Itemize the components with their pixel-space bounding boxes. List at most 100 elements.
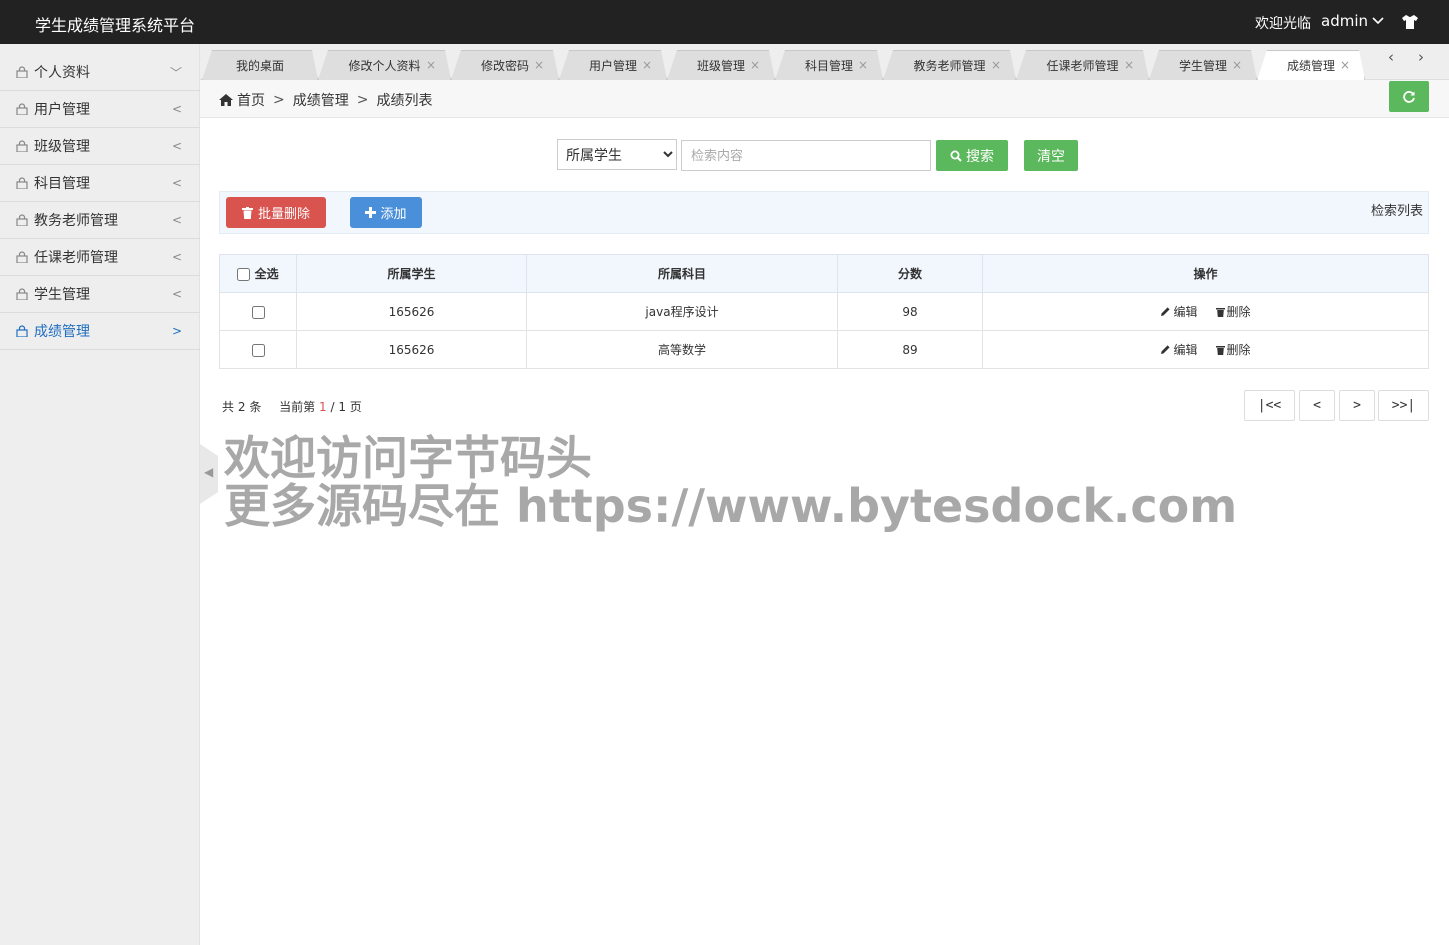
pencil-icon [1161,345,1171,354]
tab-label: 修改个人资料 [348,59,421,73]
tab-scroll-left-button[interactable]: ‹ [1388,48,1394,76]
edit-button[interactable]: 编辑 [1160,303,1198,320]
tab-label: 我的桌面 [235,59,284,73]
sidebar-item[interactable]: 用户管理 < [0,91,200,128]
sidebar-item-arrow-icon: ﹀ [169,65,182,80]
tab[interactable]: 修改密码 × [451,50,559,80]
watermark-line-2: 更多源码尽在 https://www.bytesdock.com [224,479,1238,533]
column-header-actions: 操作 [982,254,1429,293]
close-icon[interactable]: × [1124,58,1134,72]
close-icon[interactable]: × [750,58,760,72]
tab-bar: ‹ › 我的桌面 修改个人资料 × 修改密码 × 用户管理 × 班级管理 × 科目管理 × 教务老师管… [200,44,1449,80]
user-menu[interactable]: admin [1321,12,1384,30]
trash-icon [241,206,253,219]
tab[interactable]: 学生管理 × [1149,50,1257,80]
list-toolbar: 批量删除 添加 检索列表 [219,191,1429,234]
column-header-subject: 所属科目 [526,254,838,293]
select-all-checkbox[interactable] [237,268,251,281]
close-icon[interactable]: × [991,58,1001,72]
subject-cell: 高等数学 [526,330,838,369]
breadcrumb-section[interactable]: 成绩管理 [293,90,349,110]
score-cell: 98 [837,292,983,331]
theme-shirt-icon[interactable] [1401,14,1419,30]
row-select-cell[interactable] [219,292,297,331]
tab-label: 班级管理 [696,59,745,73]
tab-label: 学生管理 [1178,59,1227,73]
last-page-button[interactable]: >>| [1378,390,1429,421]
plus-icon [365,207,377,218]
search-button[interactable]: 搜索 [936,140,1008,171]
search-button-label: 搜索 [966,148,994,165]
breadcrumb-home[interactable]: 首页 [237,90,265,110]
tab[interactable]: 班级管理 × [667,50,775,80]
tab[interactable]: 任课老师管理 × [1016,50,1149,80]
pager-total-suffix: 条 [249,400,262,414]
actions-cell: 编辑 删除 [982,292,1429,331]
row-checkbox[interactable] [251,343,265,357]
tab-scroll-right-button[interactable]: › [1418,48,1424,76]
close-icon[interactable]: × [1340,58,1350,72]
lock-icon [16,214,28,226]
select-all-label: 全选 [254,267,279,281]
tab[interactable]: 科目管理 × [775,50,883,80]
sidebar: 个人资料 ﹀ 用户管理 < 班级管理 < 科目管理 < 教务老师管理 < 任课老师管理 < 学生管理 < 成… [0,44,200,945]
search-input[interactable] [681,140,931,171]
close-icon[interactable]: × [534,58,544,72]
clear-button[interactable]: 清空 [1024,140,1078,171]
row-checkbox[interactable] [251,305,265,319]
sidebar-item-arrow-icon: < [171,250,182,264]
sidebar-item[interactable]: 科目管理 < [0,165,200,202]
refresh-button[interactable] [1389,81,1429,112]
tab-label: 修改密码 [480,59,529,73]
column-header-score: 分数 [837,254,983,293]
sidebar-item[interactable]: 教务老师管理 < [0,202,200,239]
tab[interactable]: 我的桌面 [202,50,318,80]
close-icon[interactable]: × [858,58,868,72]
sidebar-item-arrow-icon: < [171,287,182,301]
subject-cell: java程序设计 [526,292,838,331]
tab-label: 任课老师管理 [1046,59,1119,73]
batch-delete-button[interactable]: 批量删除 [226,197,326,228]
sidebar-item[interactable]: 任课老师管理 < [0,239,200,276]
lock-icon [16,325,28,337]
delete-button[interactable]: 删除 [1215,341,1251,358]
tab-label: 科目管理 [804,59,853,73]
tab[interactable]: 教务老师管理 × [883,50,1016,80]
tab[interactable]: 修改个人资料 × [318,50,451,80]
add-button[interactable]: 添加 [350,197,422,228]
sidebar-item[interactable]: 个人资料 ﹀ [0,54,200,91]
pencil-icon [1161,307,1171,316]
add-button-label: 添加 [380,207,407,222]
tab-label: 教务老师管理 [913,59,986,73]
sidebar-item[interactable]: 成绩管理 > [0,313,200,350]
search-field-select[interactable]: 所属学生 [557,139,677,170]
close-icon[interactable]: × [426,58,436,72]
actions-cell: 编辑 删除 [982,330,1429,369]
column-header-student: 所属学生 [296,254,527,293]
pager-current-prefix: 当前第 [279,400,316,414]
edit-button[interactable]: 编辑 [1160,341,1198,358]
row-select-cell[interactable] [219,330,297,369]
lock-icon [16,103,28,115]
list-caption: 检索列表 [1370,204,1423,219]
student-cell: 165626 [296,292,527,331]
first-page-button[interactable]: |<< [1244,390,1295,421]
close-icon[interactable]: × [642,58,652,72]
sidebar-item[interactable]: 班级管理 < [0,128,200,165]
chevron-down-icon [1372,17,1384,25]
sidebar-collapse-handle[interactable]: ◀ [200,444,218,504]
tab-label: 成绩管理 [1286,59,1335,73]
prev-page-button[interactable]: < [1299,390,1335,421]
tab[interactable]: 成绩管理 × [1257,50,1365,80]
sidebar-item[interactable]: 学生管理 < [0,276,200,313]
close-icon[interactable]: × [1232,58,1242,72]
breadcrumb-sep: > [356,92,369,108]
tab[interactable]: 用户管理 × [559,50,667,80]
sidebar-item-arrow-icon: < [171,213,182,227]
select-all-header[interactable]: 全选 [219,254,297,293]
breadcrumb: 首页 > 成绩管理 > 成绩列表 [219,90,432,110]
next-page-button[interactable]: > [1339,390,1375,421]
lock-icon [16,251,28,263]
delete-button[interactable]: 删除 [1215,303,1251,320]
sidebar-item-arrow-icon: < [171,139,182,153]
